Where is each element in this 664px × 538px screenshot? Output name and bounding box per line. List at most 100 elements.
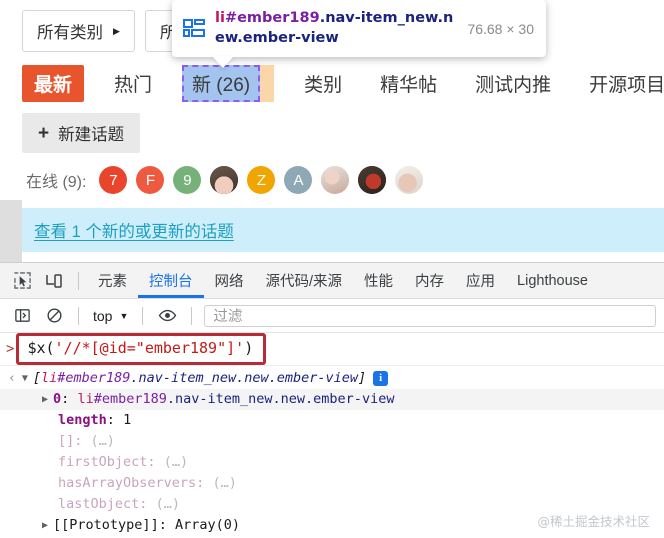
property-sep: : [106,412,115,428]
inspect-id: #ember189 [224,10,320,27]
devtools-tab-elements[interactable]: 元素 [87,263,138,298]
prototype-sep: : [158,517,167,533]
result-array-summary: [li#ember189.nav-item_new.new.ember-view… [32,368,389,389]
avatar[interactable]: Z [247,166,276,194]
console-property-row: []: (…) [0,431,664,452]
property-sep: : [147,454,156,470]
new-topic-label: 新建话题 [58,126,125,144]
chevron-right-icon: ▶ [113,25,120,36]
grid-layout-icon [182,17,206,41]
result-id: #ember189 [57,370,131,386]
devtools-tab-network[interactable]: 网络 [204,263,255,298]
watermark: @稀土掘金技术社区 [537,514,650,529]
new-topics-banner: 查看 1 个新的或更新的话题 [22,208,664,252]
tab-latest[interactable]: 最新 [22,65,85,102]
result-tag: li [41,370,58,386]
expand-triangle-icon[interactable]: ▼ [22,368,28,389]
property-value[interactable]: (…) [164,454,188,470]
avatar[interactable] [395,166,424,194]
online-users-row: 在线 (9): 7 F 9 Z A [26,166,424,194]
devtools-tab-sources[interactable]: 源代码/来源 [255,263,354,298]
avatar[interactable] [210,166,239,194]
devtools-tabbar: 元素 控制台 网络 源代码/来源 性能 内存 应用 Lighthouse [0,263,664,299]
property-sep: : [139,496,148,512]
tab-hot[interactable]: 热门 [106,66,160,101]
web-page-area: 所有类别 ▶ 所有 最新 热门 新 (26) 类别 精华帖 测试内推 开源项目 … [0,0,664,262]
result-classes: .nav-item_new.new.ember-view [130,370,358,386]
clear-console-icon[interactable] [38,301,70,331]
inspect-selector-text: li#ember189.nav-item_new.new.ember-view [215,9,455,47]
avatar[interactable]: 7 [99,166,128,194]
console-output: > $x('//*[@id="ember189"]') ‹ ▼ [li#embe… [0,333,664,536]
property-sep: : [74,433,83,449]
property-key: hasArrayObservers [58,475,197,491]
expand-triangle-icon[interactable]: ▶ [42,389,48,410]
index-colon: : [61,391,70,407]
avatar-initial: F [145,171,156,189]
prototype-key: [[Prototype]] [53,517,159,533]
tab-categories[interactable]: 类别 [296,66,350,101]
avatar-initial: 9 [183,171,192,189]
console-result-row: ‹ ▼ [li#ember189.nav-item_new.new.ember-… [0,365,664,389]
inspect-tag: li [215,10,225,27]
new-topic-button[interactable]: + 新建话题 [22,113,141,153]
avatar[interactable]: A [284,166,313,194]
inspect-dimensions: 76.68 × 30 [467,20,534,37]
element-inspect-tooltip: li#ember189.nav-item_new.new.ember-view … [172,0,546,57]
index-tag: li [77,391,94,407]
avatar[interactable]: 9 [173,166,202,194]
index-id: #ember189 [93,391,167,407]
devtools-tab-memory[interactable]: 内存 [404,263,455,298]
result-open-bracket: [ [32,370,41,386]
device-toolbar-icon[interactable] [38,266,70,296]
page-left-margin-grey [0,200,22,262]
avatar-initial: A [293,171,304,189]
tab-new-label: 新 (26) [182,65,261,102]
prototype-value: Array(0) [174,517,241,533]
property-key: firstObject [58,454,148,470]
inspect-element-icon[interactable] [6,266,38,296]
plus-icon: + [38,122,50,144]
devtools-tab-console[interactable]: 控制台 [138,263,204,298]
toolbar-divider [191,306,193,325]
avatar[interactable] [358,166,387,194]
tab-referral[interactable]: 测试内推 [467,66,559,101]
tab-open-source[interactable]: 开源项目 [581,66,664,101]
console-filter-input[interactable]: 过滤 [204,304,656,327]
info-icon[interactable]: i [373,370,389,386]
avatar[interactable] [321,166,350,194]
live-expressions-eye-icon[interactable] [151,301,183,331]
command-fn-close: ) [244,339,254,357]
console-filter-placeholder: 过滤 [213,309,243,325]
property-value[interactable]: (…) [212,475,236,491]
console-toolbar: top ▼ 过滤 [0,299,664,333]
execution-context-label: top [93,307,113,324]
property-value[interactable]: (…) [91,433,115,449]
console-sidebar-toggle-icon[interactable] [6,301,38,331]
property-key: [] [58,433,75,449]
console-property-row: length: 1 [0,410,664,431]
chevron-down-icon: ▼ [119,310,129,321]
toolbar-divider [78,271,79,290]
devtools-tab-performance[interactable]: 性能 [353,263,404,298]
index-key: 0 [53,391,62,407]
console-command-input[interactable]: $x('//*[@id="ember189"]') [16,333,267,365]
property-value: 1 [123,412,132,428]
property-value[interactable]: (…) [156,496,180,512]
devtools-tab-application[interactable]: 应用 [455,263,506,298]
new-topics-link[interactable]: 查看 1 个新的或更新的话题 [34,218,234,242]
expand-triangle-icon[interactable]: ▶ [42,515,48,536]
command-string: '//*[@id="ember189"]' [54,339,245,357]
property-key: length [58,412,107,428]
tab-featured[interactable]: 精华帖 [372,66,445,101]
avatar[interactable]: F [136,166,165,194]
result-arrow-icon: ‹ [8,371,16,386]
prompt-icon: > [6,340,15,357]
devtools-tab-lighthouse[interactable]: Lighthouse [506,263,599,298]
console-property-row: firstObject: (…) [0,452,664,473]
dropdown-all-categories[interactable]: 所有类别 ▶ [22,10,135,52]
command-fn-open: $x( [27,339,55,357]
toolbar-divider [142,306,144,325]
tab-new-inspected[interactable]: 新 (26) [182,65,275,102]
execution-context-selector[interactable]: top ▼ [87,308,134,324]
